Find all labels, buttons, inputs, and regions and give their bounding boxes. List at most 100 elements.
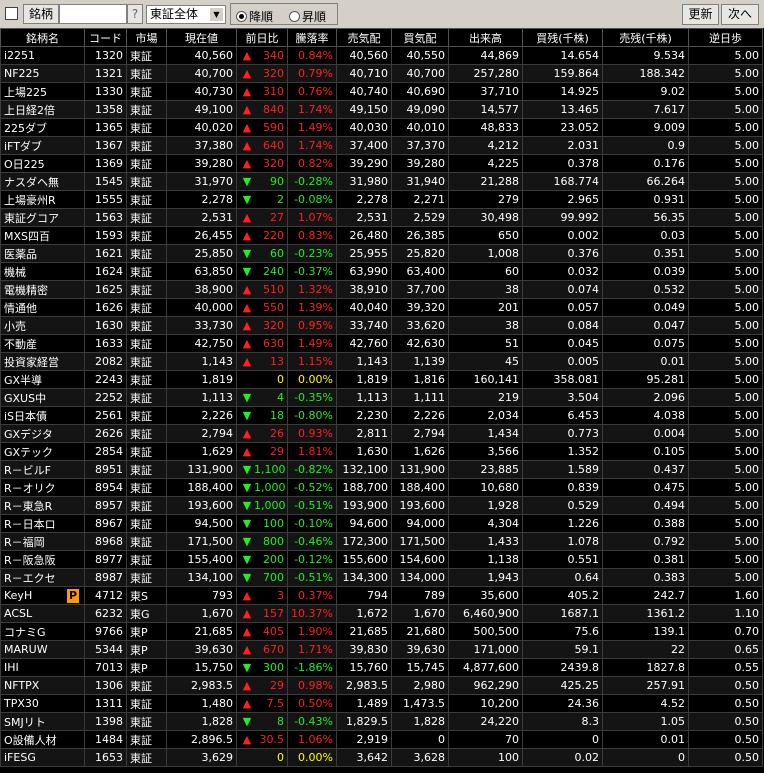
column-header[interactable]: 市場 bbox=[126, 28, 167, 47]
table-row[interactable]: MXS四百 1593 東証 26,455 ▲ 220 0.83% 26,480 26,385 65… bbox=[0, 226, 763, 245]
market-cell: 東証 bbox=[126, 712, 167, 731]
column-header[interactable]: 売残(千株) bbox=[602, 28, 689, 47]
table-row[interactable]: GXテック 2854 東証 1,629 ▲ 29 1.81% 1,630 1,626 3,566 1… bbox=[0, 442, 763, 461]
next-button[interactable]: 次へ bbox=[721, 4, 759, 25]
table-row[interactable]: GXUS中 2252 東証 1,113 ▼ 4 -0.35% 1,113 1,111 219 3.5… bbox=[0, 388, 763, 407]
table-row[interactable]: O日225 1369 東証 39,280 ▲ 320 0.82% 39,290 39,280 4,… bbox=[0, 154, 763, 173]
table-row[interactable]: i2251 1320 東証 40,560 ▲ 340 0.84% 40,560 40,550 44… bbox=[0, 46, 763, 65]
table-header-row: 銘柄名 コード 市場 現在値 前日比 騰落率 売気配 買気配 出来高 買残(千株) 売残(千株) 逆日… bbox=[0, 28, 763, 47]
column-header[interactable]: 現在値 bbox=[166, 28, 237, 47]
name-search-input[interactable] bbox=[59, 4, 127, 24]
select-all-checkbox[interactable] bbox=[5, 7, 18, 20]
change-value: 310 bbox=[263, 85, 284, 98]
volume-cell: 10,200 bbox=[448, 694, 523, 713]
price-cell: 3,629 bbox=[166, 748, 237, 767]
table-row[interactable]: R－東急R 8957 東証 193,600 ▼ 1,000 -0.51% 193,900 193… bbox=[0, 496, 763, 515]
column-header[interactable]: 出来高 bbox=[448, 28, 523, 47]
column-header[interactable]: 買気配 bbox=[391, 28, 449, 47]
table-row[interactable]: コナミG 9766 東P 21,685 ▲ 405 1.90% 21,685 21,680 500… bbox=[0, 622, 763, 641]
sort-desc-radio[interactable]: 降順 bbox=[236, 8, 273, 25]
table-row[interactable]: 情通他 1626 東証 40,000 ▲ 550 1.39% 40,040 39,320 201 0… bbox=[0, 298, 763, 317]
sell-remaining-cell: 0.039 bbox=[602, 262, 689, 281]
volume-cell: 962,290 bbox=[448, 676, 523, 695]
buy-remaining-cell: 2439.8 bbox=[522, 658, 603, 677]
change-cell: ▲ 220 bbox=[236, 226, 288, 245]
ask-cell: 134,300 bbox=[336, 568, 392, 587]
change-cell: ▲ 320 bbox=[236, 154, 288, 173]
change-value: 510 bbox=[263, 283, 284, 296]
price-cell: 94,500 bbox=[166, 514, 237, 533]
stock-name-cell: R－福岡 bbox=[0, 532, 85, 551]
bid-cell: 33,620 bbox=[391, 316, 449, 335]
bid-cell: 193,600 bbox=[391, 496, 449, 515]
table-row[interactable]: iFESG 1653 東証 3,629 0 0.00% 3,642 3,628 100 0.02 0… bbox=[0, 748, 763, 767]
table-row[interactable]: R－阪急阪 8977 東証 155,400 ▼ 200 -0.12% 155,600 154,6… bbox=[0, 550, 763, 569]
table-row[interactable]: 投資家経営 2082 東証 1,143 ▲ 13 1.15% 1,143 1,139 45 0.00… bbox=[0, 352, 763, 371]
help-button[interactable]: ? bbox=[127, 4, 143, 24]
table-row[interactable]: 小売 1630 東証 33,730 ▲ 320 0.95% 33,740 33,620 38 0.0… bbox=[0, 316, 763, 335]
column-header[interactable]: 前日比 bbox=[236, 28, 288, 47]
table-row[interactable]: IHI 7013 東P 15,750 ▼ 300 -1.86% 15,760 15,745 4,8… bbox=[0, 658, 763, 677]
table-row[interactable]: 上場豪州R 1555 東証 2,278 ▼ 2 -0.08% 2,278 2,271 279 2.9… bbox=[0, 190, 763, 209]
column-header[interactable]: 買残(千株) bbox=[522, 28, 603, 47]
bid-cell: 40,550 bbox=[391, 46, 449, 65]
table-row[interactable]: SMJリト 1398 東証 1,828 ▼ 8 -0.43% 1,829.5 1,828 24,2… bbox=[0, 712, 763, 731]
volume-cell: 4,304 bbox=[448, 514, 523, 533]
table-row[interactable]: 上場225 1330 東証 40,730 ▲ 310 0.76% 40,740 40,690 37… bbox=[0, 82, 763, 101]
table-row[interactable]: NF225 1321 東証 40,700 ▲ 320 0.79% 40,710 40,700 25… bbox=[0, 64, 763, 83]
refresh-button[interactable]: 更新 bbox=[682, 4, 719, 25]
table-row[interactable]: 上日経2倍 1358 東証 49,100 ▲ 840 1.74% 49,150 49,090 14… bbox=[0, 100, 763, 119]
column-header[interactable]: 逆日歩 bbox=[688, 28, 763, 47]
volume-cell: 650 bbox=[448, 226, 523, 245]
table-row[interactable]: R－福岡 8968 東証 171,500 ▼ 800 -0.46% 172,300 171,50… bbox=[0, 532, 763, 551]
table-row[interactable]: GXデジタ 2626 東証 2,794 ▲ 26 0.93% 2,811 2,794 1,434 0… bbox=[0, 424, 763, 443]
table-row[interactable]: iS日本債 2561 東証 2,226 ▼ 18 -0.80% 2,230 2,226 2,034… bbox=[0, 406, 763, 425]
table-row[interactable]: iFTダブ 1367 東証 37,380 ▲ 640 1.74% 37,400 37,370 4,… bbox=[0, 136, 763, 155]
table-row[interactable]: R－日本ロ 8967 東証 94,500 ▼ 100 -0.10% 94,600 94,000 4… bbox=[0, 514, 763, 533]
table-row[interactable]: 東証グコア 1563 東証 2,531 ▲ 27 1.07% 2,531 2,529 30,498… bbox=[0, 208, 763, 227]
table-row[interactable]: KeyH P 4712 東S 793 ▲ 3 0.37% 794 789 35,600 405.2 24… bbox=[0, 586, 763, 605]
column-header[interactable]: 売気配 bbox=[336, 28, 392, 47]
ask-cell: 38,910 bbox=[336, 280, 392, 299]
code-cell: 1624 bbox=[84, 262, 127, 281]
rate-cell: -0.46% bbox=[287, 532, 337, 551]
table-row[interactable]: O設備人材 1484 東証 2,896.5 ▲ 30.5 1.06% 2,919 0 70 0 0.0… bbox=[0, 730, 763, 749]
rate-cell: 0.79% bbox=[287, 64, 337, 83]
table-row[interactable]: TPX30 1311 東証 1,480 ▲ 7.5 0.50% 1,489 1,473.5 10,… bbox=[0, 694, 763, 713]
table-row[interactable]: ACSL 6232 東G 1,670 ▲ 157 10.37% 1,672 1,670 6,460… bbox=[0, 604, 763, 623]
table-row[interactable]: ナスダヘ無 1545 東証 31,970 ▼ 90 -0.28% 31,980 31,940 21… bbox=[0, 172, 763, 191]
buy-remaining-cell: 8.3 bbox=[522, 712, 603, 731]
table-row[interactable]: MARUW 5344 東P 39,630 ▲ 670 1.71% 39,830 39,630 17… bbox=[0, 640, 763, 659]
table-row[interactable]: R－オリク 8954 東証 188,400 ▼ 1,000 -0.52% 188,700 188… bbox=[0, 478, 763, 497]
change-value: 18 bbox=[270, 409, 284, 422]
buy-remaining-cell: 0 bbox=[522, 730, 603, 749]
column-header[interactable]: 銘柄名 bbox=[0, 28, 85, 47]
market-select[interactable]: 東証全体 ▼ bbox=[146, 5, 226, 24]
table-row[interactable]: R－ビルF 8951 東証 131,900 ▼ 1,100 -0.82% 132,100 131… bbox=[0, 460, 763, 479]
column-header[interactable]: 騰落率 bbox=[287, 28, 337, 47]
table-row[interactable]: 医薬品 1621 東証 25,850 ▼ 60 -0.23% 25,955 25,820 1,00… bbox=[0, 244, 763, 263]
ask-cell: 1,143 bbox=[336, 352, 392, 371]
stock-name-cell: R－エクセ bbox=[0, 568, 85, 587]
sell-remaining-cell: 0.383 bbox=[602, 568, 689, 587]
sort-asc-radio[interactable]: 昇順 bbox=[289, 8, 326, 25]
table-row[interactable]: 電機精密 1625 東証 38,900 ▲ 510 1.32% 38,910 37,700 38 0… bbox=[0, 280, 763, 299]
volume-cell: 1,943 bbox=[448, 568, 523, 587]
down-arrow-icon: ▼ bbox=[242, 481, 252, 494]
reverse-fee-cell: 5.00 bbox=[688, 154, 763, 173]
volume-cell: 51 bbox=[448, 334, 523, 353]
table-row[interactable]: R－エクセ 8987 東証 134,100 ▼ 700 -0.51% 134,300 134,0… bbox=[0, 568, 763, 587]
down-arrow-icon: ▼ bbox=[242, 517, 252, 530]
table-row[interactable]: GX半導 2243 東証 1,819 0 0.00% 1,819 1,816 160,141 35… bbox=[0, 370, 763, 389]
stock-name: 機械 bbox=[4, 265, 26, 279]
sell-remaining-cell: 0.03 bbox=[602, 226, 689, 245]
column-header[interactable]: コード bbox=[84, 28, 127, 47]
change-value: 1,000 bbox=[254, 499, 286, 512]
table-row[interactable]: NFTPX 1306 東証 2,983.5 ▲ 29 0.98% 2,983.5 2,980 96… bbox=[0, 676, 763, 695]
up-arrow-icon: ▲ bbox=[242, 733, 252, 746]
table-row[interactable]: 機械 1624 東証 63,850 ▼ 240 -0.37% 63,990 63,400 60 0.… bbox=[0, 262, 763, 281]
code-cell: 1330 bbox=[84, 82, 127, 101]
chevron-down-icon[interactable]: ▼ bbox=[210, 8, 223, 21]
table-row[interactable]: 不動産 1633 東証 42,750 ▲ 630 1.49% 42,760 42,630 51 0.… bbox=[0, 334, 763, 353]
table-row[interactable]: 225ダブ 1365 東証 40,020 ▲ 590 1.49% 40,030 40,010 48… bbox=[0, 118, 763, 137]
